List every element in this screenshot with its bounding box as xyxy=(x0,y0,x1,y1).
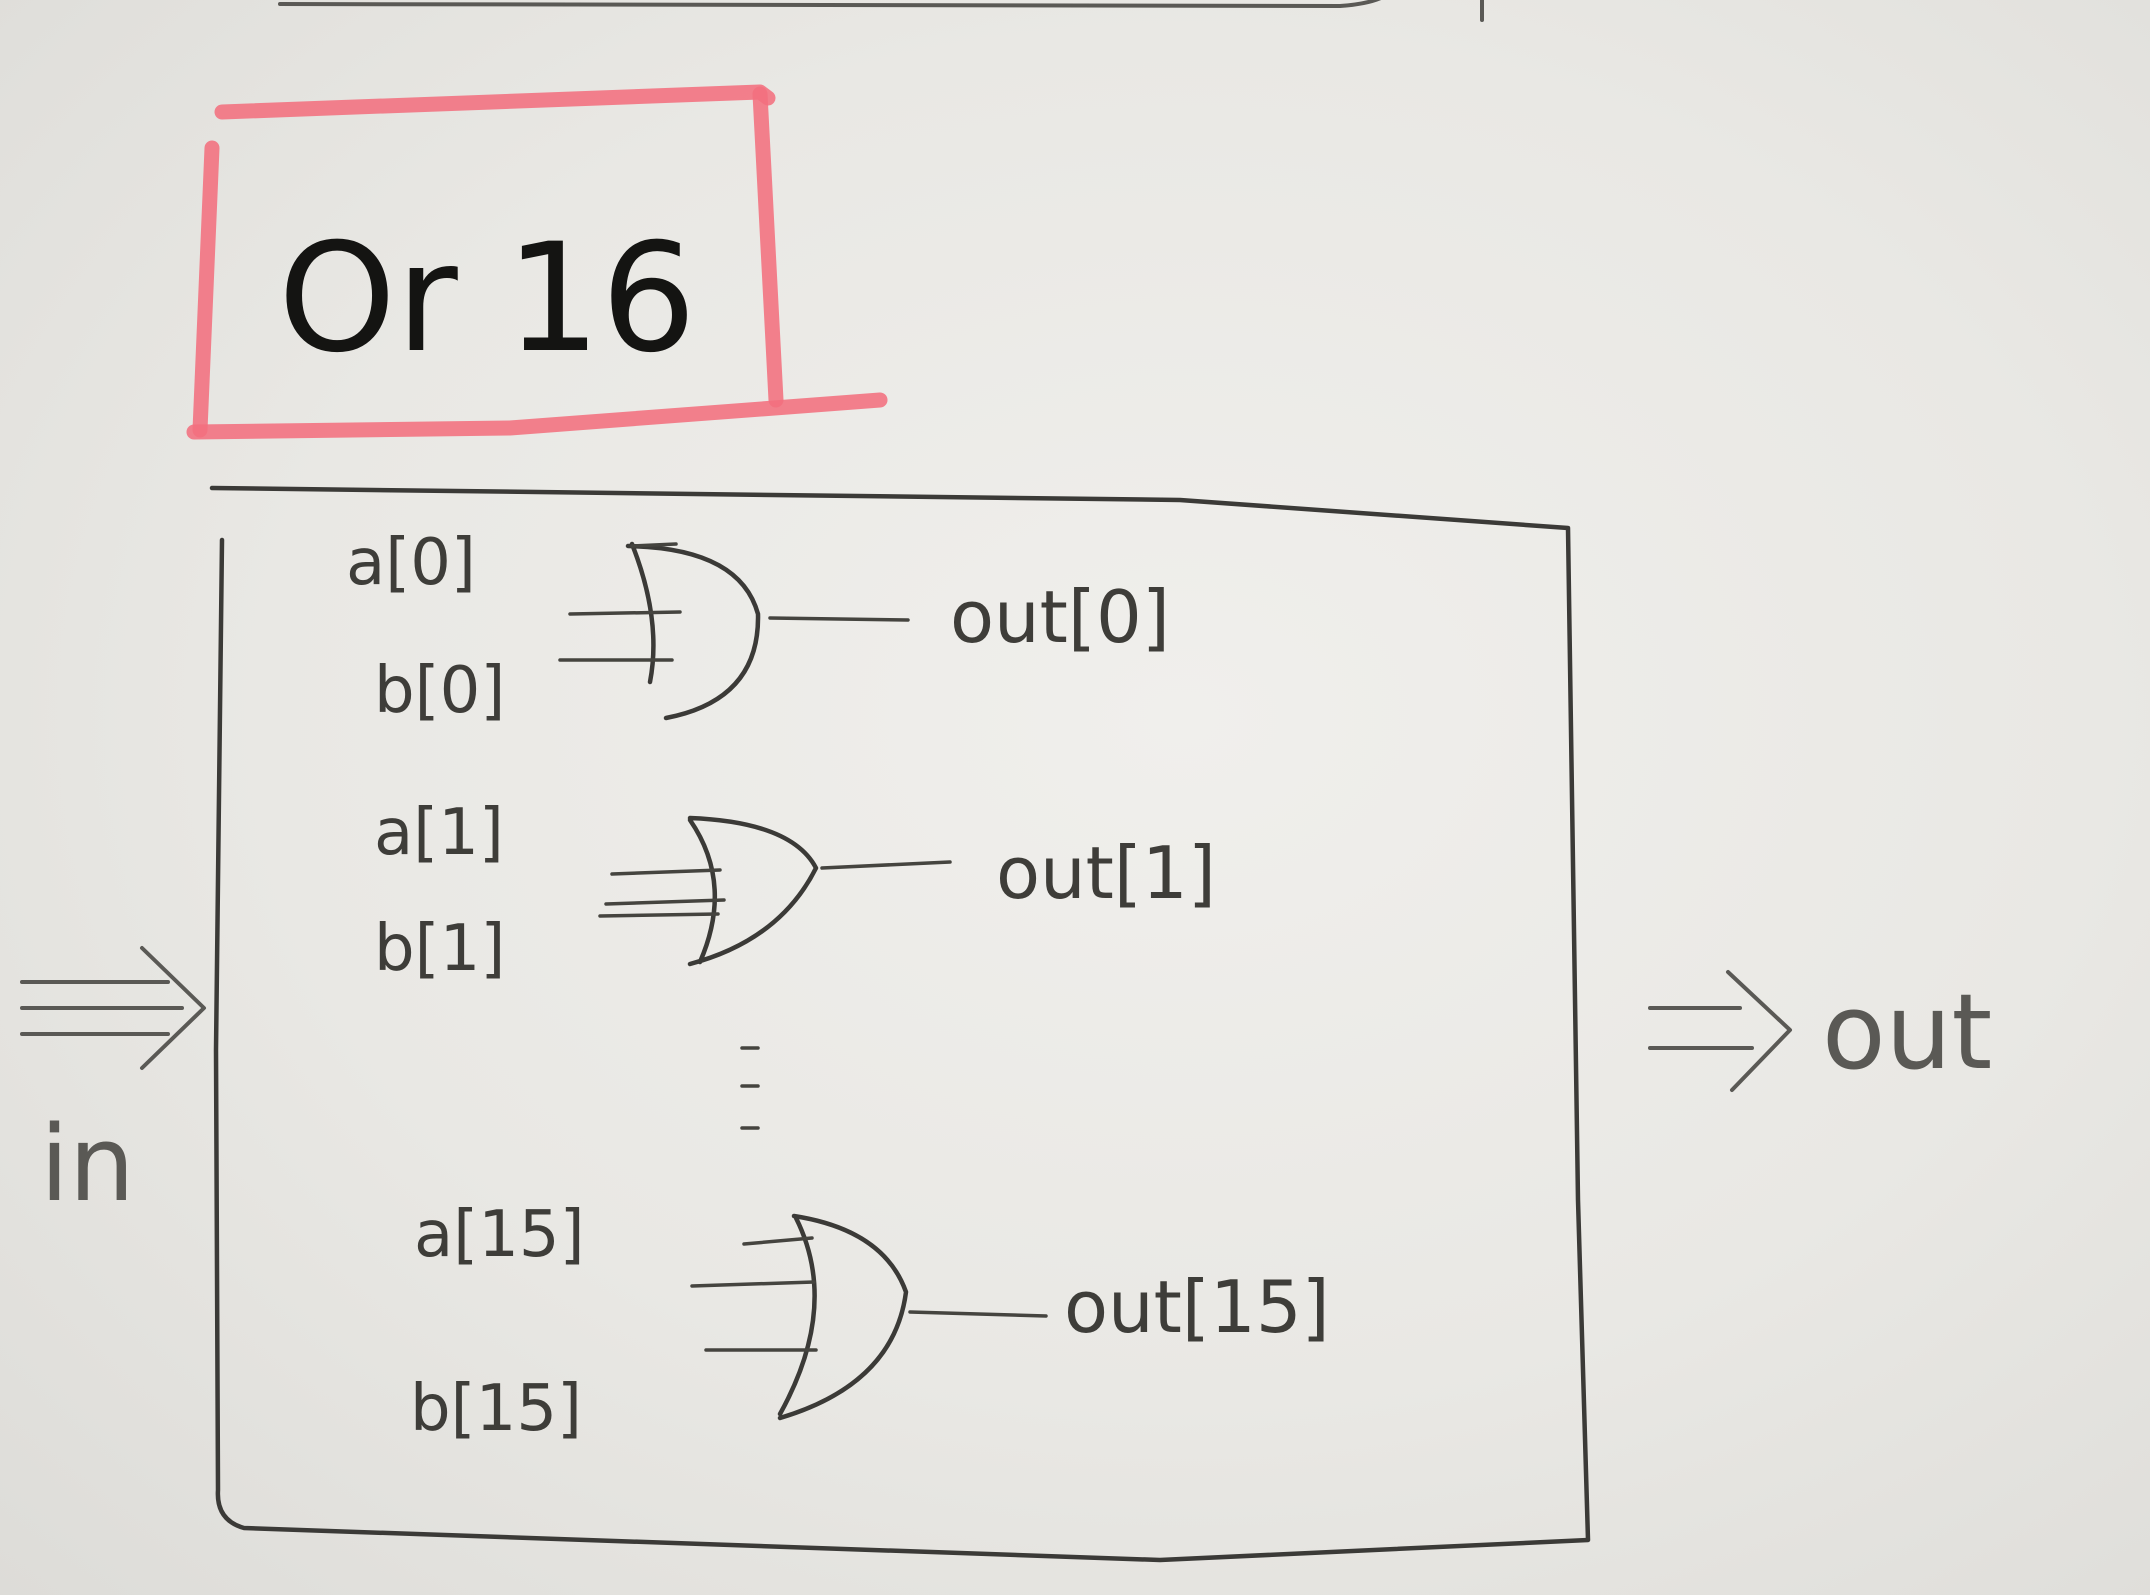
gate-15-wire-out xyxy=(908,1310,1048,1318)
or-gate-15: a[15] b[15] out[15] xyxy=(410,1198,1330,1446)
gate-1-wire-out xyxy=(820,860,952,870)
top-edge-stroke xyxy=(278,0,1382,8)
gate-0-wire-top xyxy=(630,542,678,548)
input-bus-arrow xyxy=(20,946,206,1070)
output-bus-label: out xyxy=(1822,971,1992,1093)
gate-0-input-a: a[0] xyxy=(346,526,476,600)
or-gate-1: a[1] b[1] out[1] xyxy=(374,796,1216,986)
gate-ellipsis xyxy=(740,1046,760,1130)
gate-0-wire-out xyxy=(768,616,910,622)
gate-1-input-b: b[1] xyxy=(374,912,505,986)
gate-0-output: out[0] xyxy=(950,575,1170,659)
gate-15-input-a: a[15] xyxy=(414,1198,585,1272)
gate-15-input-b: b[15] xyxy=(410,1372,582,1446)
output-bus-arrow xyxy=(1648,970,1792,1092)
diagram-title: Or 16 xyxy=(278,212,696,386)
gate-0-input-b: b[0] xyxy=(374,654,505,728)
gate-1-output: out[1] xyxy=(996,831,1216,915)
gate-1-body xyxy=(687,815,819,967)
gate-0-wire-a xyxy=(568,610,682,616)
sketch-page: Or 16 in out a[0] b[0] out[0] a[1] b[1] … xyxy=(0,0,2150,1595)
gate-15-wire-c xyxy=(742,1236,814,1246)
gate-1-wire-b xyxy=(598,912,720,918)
gate-1-wire-c xyxy=(604,898,726,906)
gate-1-input-a: a[1] xyxy=(374,796,504,870)
gate-0-body xyxy=(625,541,761,721)
or-gate-0: a[0] b[0] out[0] xyxy=(346,526,1170,728)
input-bus-label: in xyxy=(40,1103,135,1225)
gate-15-wire-a xyxy=(690,1280,816,1288)
gate-15-body xyxy=(777,1213,909,1421)
gate-1-wire-a xyxy=(610,868,722,876)
gate-15-output: out[15] xyxy=(1064,1265,1330,1349)
or16-diagram: Or 16 in out a[0] b[0] out[0] a[1] b[1] … xyxy=(20,0,1992,1563)
